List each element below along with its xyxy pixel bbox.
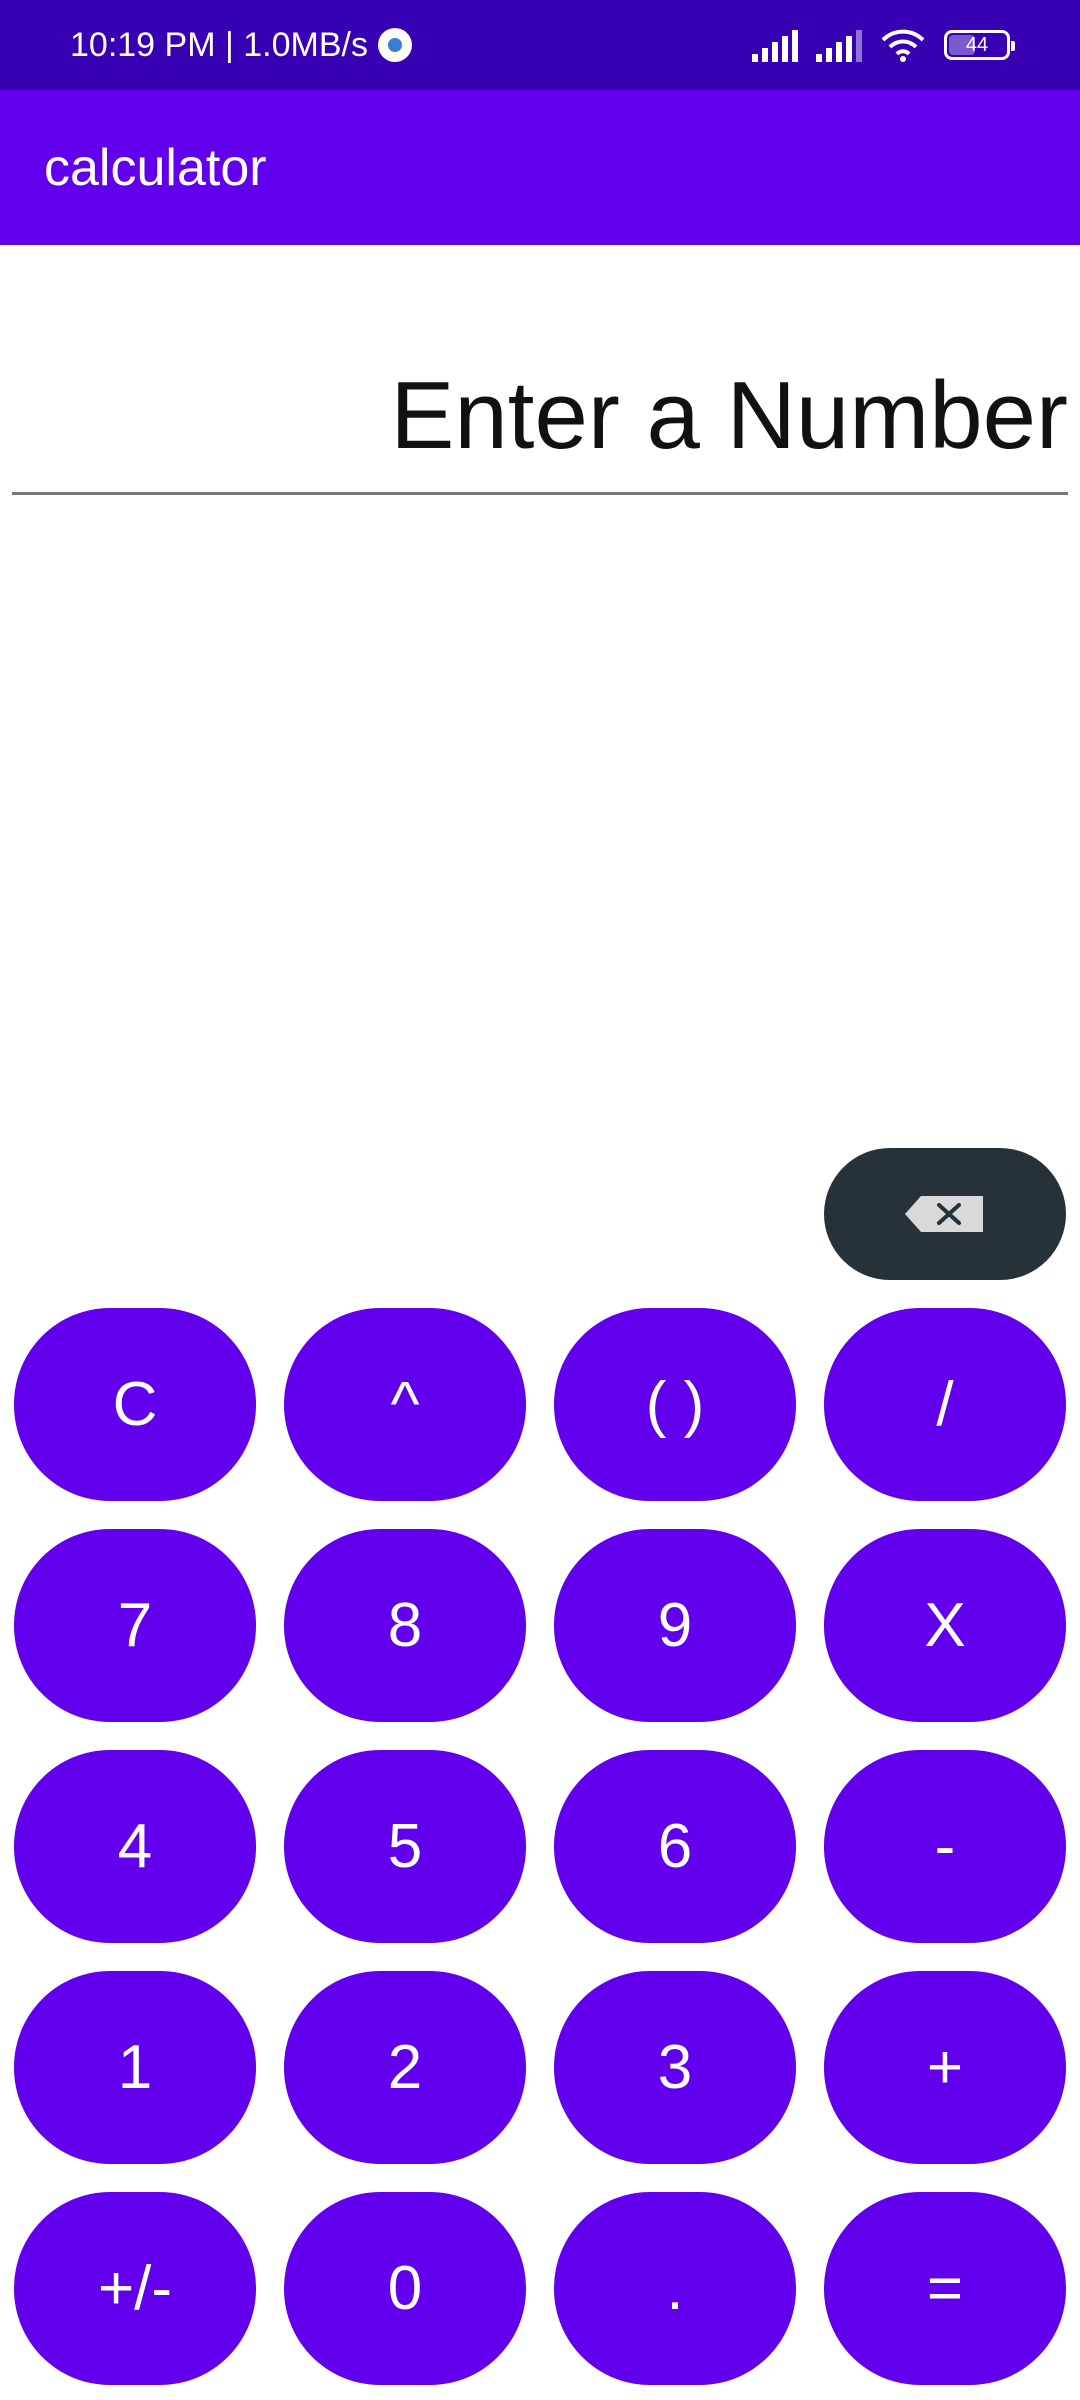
key-multiply[interactable]: X bbox=[824, 1529, 1066, 1722]
backspace-button[interactable] bbox=[824, 1148, 1066, 1280]
key-0[interactable]: 0 bbox=[284, 2192, 526, 2385]
status-time-speed: 10:19 PM | 1.0MB/s bbox=[70, 25, 368, 64]
key-2[interactable]: 2 bbox=[284, 1971, 526, 2164]
wifi-icon bbox=[881, 29, 925, 62]
key-divide[interactable]: / bbox=[824, 1308, 1066, 1501]
key-negate[interactable]: +/- bbox=[14, 2192, 256, 2385]
backspace-icon bbox=[905, 1196, 983, 1232]
key-8[interactable]: 8 bbox=[284, 1529, 526, 1722]
keypad: C ^ ( ) / 7 8 9 X 4 5 6 - 1 2 3 + +/- 0 … bbox=[14, 1308, 1066, 2385]
key-3[interactable]: 3 bbox=[554, 1971, 796, 2164]
key-decimal[interactable]: . bbox=[554, 2192, 796, 2385]
battery-level: 44 bbox=[965, 33, 989, 56]
key-6[interactable]: 6 bbox=[554, 1750, 796, 1943]
key-4[interactable]: 4 bbox=[14, 1750, 256, 1943]
app-bar: calculator bbox=[0, 90, 1080, 245]
key-power[interactable]: ^ bbox=[284, 1308, 526, 1501]
key-7[interactable]: 7 bbox=[14, 1529, 256, 1722]
settings-notification-icon bbox=[377, 28, 412, 62]
signal-icon bbox=[752, 28, 798, 62]
status-right: 44 bbox=[752, 28, 1015, 62]
app-title: calculator bbox=[44, 138, 267, 197]
key-9[interactable]: 9 bbox=[554, 1529, 796, 1722]
signal-icon bbox=[816, 28, 862, 62]
key-1[interactable]: 1 bbox=[14, 1971, 256, 2164]
key-minus[interactable]: - bbox=[824, 1750, 1066, 1943]
display-placeholder: Enter a Number bbox=[390, 362, 1068, 469]
status-bar: 10:19 PM | 1.0MB/s 44 bbox=[0, 0, 1080, 90]
key-clear[interactable]: C bbox=[14, 1308, 256, 1501]
status-left: 10:19 PM | 1.0MB/s bbox=[70, 26, 412, 65]
number-display[interactable]: Enter a Number bbox=[12, 340, 1068, 495]
key-5[interactable]: 5 bbox=[284, 1750, 526, 1943]
key-equals[interactable]: = bbox=[824, 2192, 1066, 2385]
key-plus[interactable]: + bbox=[824, 1971, 1066, 2164]
battery-icon: 44 bbox=[944, 30, 1015, 60]
key-parentheses[interactable]: ( ) bbox=[554, 1308, 796, 1501]
